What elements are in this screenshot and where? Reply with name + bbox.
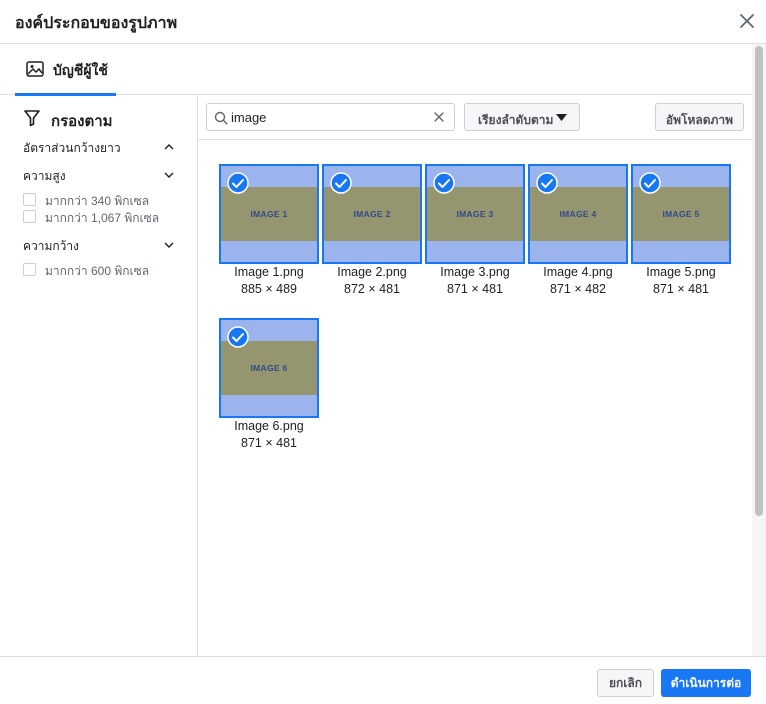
search-input[interactable] [231,108,429,126]
filter-icon [24,110,40,127]
image-filename: Image 2.png [337,265,407,279]
continue-button[interactable]: ดำเนินการต่อ [661,669,751,697]
image-dimensions: 871 × 482 [550,282,606,296]
dialog-header: องค์ประกอบของรูปภาพ [0,0,766,44]
image-item[interactable]: IMAGE 3 Image 3.png 871 × 481 [425,164,525,299]
image-item[interactable]: IMAGE 5 Image 5.png 871 × 481 [631,164,731,299]
upload-image-button[interactable]: อัพโหลดภาพ [655,103,744,131]
search-box[interactable] [206,103,455,131]
dialog-footer: ยกเลิก ดำเนินการต่อ [0,656,766,704]
option-label: มากกว่า 600 พิกเซล [45,264,150,278]
upload-label: อัพโหลดภาพ [665,113,734,127]
image-item[interactable]: IMAGE 2 Image 2.png 872 × 481 [322,164,422,299]
image-thumb-label: IMAGE 4 [559,209,597,219]
chevron-down-icon [164,172,174,178]
image-thumb-label: IMAGE 6 [250,363,288,373]
search-icon [214,111,228,125]
checkmark-icon[interactable] [536,172,558,194]
image-filename: Image 4.png [543,265,613,279]
scrollbar-thumb[interactable] [755,46,763,516]
scrollbar[interactable] [752,44,766,656]
chevron-up-icon [164,144,174,150]
option-label: มากกว่า 1,067 พิกเซล [45,211,160,225]
tab-account[interactable]: บัญชีผู้ใช้ [15,44,116,96]
clear-icon[interactable] [433,111,445,123]
chevron-down-icon [164,242,174,248]
image-thumbnail[interactable]: IMAGE 3 [425,164,525,264]
checkmark-icon[interactable] [330,172,352,194]
checkbox[interactable] [23,263,36,276]
checkmark-icon[interactable] [639,172,661,194]
checkmark-icon[interactable] [433,172,455,194]
checkbox[interactable] [23,193,36,206]
image-thumb-label: IMAGE 5 [662,209,700,219]
filter-section-height[interactable]: ความสูง [23,166,175,184]
image-item[interactable]: IMAGE 1 Image 1.png 885 × 489 [219,164,319,299]
image-thumb-label: IMAGE 3 [456,209,494,219]
caret-down-icon [556,114,567,121]
library-toolbar: เรียงลำดับตาม อัพโหลดภาพ [198,95,752,140]
image-dimensions: 871 × 481 [447,282,503,296]
image-thumbnail[interactable]: IMAGE 5 [631,164,731,264]
dialog-title: องค์ประกอบของรูปภาพ [15,15,178,32]
filter-title: กรองตาม [51,113,113,130]
image-thumbnail[interactable]: IMAGE 6 [219,318,319,418]
image-thumb-label: IMAGE 1 [250,209,288,219]
sort-label: เรียงลำดับตาม [478,113,554,127]
image-filename: Image 6.png [234,419,304,433]
filter-section-aspect-ratio[interactable]: อัตราส่วนกว้างยาว [23,138,175,156]
checkbox[interactable] [23,210,36,223]
checkmark-icon[interactable] [227,326,249,348]
image-dimensions: 871 × 481 [241,436,297,450]
image-thumbnail[interactable]: IMAGE 1 [219,164,319,264]
image-filename: Image 1.png [234,265,304,279]
tab-bar: บัญชีผู้ใช้ [0,44,752,96]
section-title: ความกว้าง [23,239,80,253]
image-thumb-label: IMAGE 2 [353,209,391,219]
image-library: เรียงลำดับตาม อัพโหลดภาพ IMAGE 1 Image 1… [198,95,752,656]
cancel-button[interactable]: ยกเลิก [597,669,654,697]
image-dimensions: 872 × 481 [344,282,400,296]
image-thumbnail[interactable]: IMAGE 2 [322,164,422,264]
filter-sidebar: กรองตาม อัตราส่วนกว้างยาว ความสูง มากกว่… [0,95,198,656]
image-thumbnail[interactable]: IMAGE 4 [528,164,628,264]
filter-section-width[interactable]: ความกว้าง [23,236,175,254]
image-filename: Image 3.png [440,265,510,279]
image-item[interactable]: IMAGE 6 Image 6.png 871 × 481 [219,318,319,453]
sort-button[interactable]: เรียงลำดับตาม [464,103,580,131]
section-title: ความสูง [23,169,66,183]
image-filename: Image 5.png [646,265,716,279]
image-dimensions: 885 × 489 [241,282,297,296]
image-item[interactable]: IMAGE 4 Image 4.png 871 × 482 [528,164,628,299]
close-icon[interactable] [736,10,758,32]
image-dimensions: 871 × 481 [653,282,709,296]
section-title: อัตราส่วนกว้างยาว [23,141,121,155]
checkmark-icon[interactable] [227,172,249,194]
tab-label: บัญชีผู้ใช้ [53,62,108,78]
image-icon [26,61,44,77]
